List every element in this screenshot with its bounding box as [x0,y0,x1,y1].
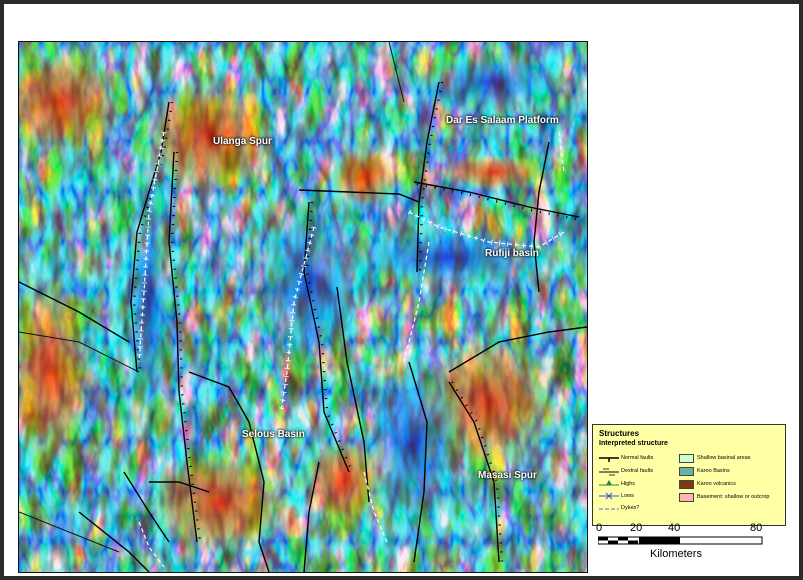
label-rufiji-basin: Rufiji basin [485,248,539,259]
label-dar-es-salaam-platform: Dar Es Salaam Platform [446,115,559,126]
geophysical-map: Ulanga Spur Dar Es Salaam Platform Rufij… [18,41,588,573]
swatch-karoo-basins [679,467,694,476]
label-masasi-spur: Masasi Spur [478,470,537,481]
highs-symbol [599,480,619,486]
swatch-basement [679,493,694,502]
legend-title: Structures [599,429,640,438]
normal-faults-symbol [599,457,619,462]
scale-bar: 0 20 40 80 Kilometers [594,522,794,562]
scale-tick-80: 80 [750,522,763,534]
label-selous-basin: Selous Basin [242,429,305,440]
legend-shallow-basinal: Shallow basinal areas [697,455,751,461]
legend-subtitle: Interpreted structure [599,440,668,447]
dykes-symbol [599,508,619,510]
legend-karoo-volcanics: Karoo volcanics [697,481,736,487]
legend-lows: Lows [621,493,634,499]
legend-dykes: Dykes? [621,505,640,511]
map-legend: Structures Interpreted structure Normal … [592,424,786,526]
swatch-karoo-volcanics [679,480,694,489]
legend-dextral-faults: Dextral faults [621,468,654,474]
swatch-shallow-basinal [679,454,694,463]
scale-tick-0: 0 [596,522,603,534]
scale-tick-20: 20 [630,522,643,534]
image-frame: Ulanga Spur Dar Es Salaam Platform Rufij… [0,0,803,580]
legend-normal-faults: Normal faults [621,455,654,461]
legend-karoo-basins: Karoo Basins [697,468,730,474]
scale-tick-40: 40 [668,522,681,534]
label-ulanga-spur: Ulanga Spur [213,136,272,147]
scale-units: Kilometers [650,548,702,560]
dextral-faults-symbol [599,468,619,476]
scale-bar-segments [598,536,763,545]
lows-symbol [599,492,619,500]
legend-highs: Highs [621,481,636,487]
legend-basement: Basement: shallow or outcrop [697,494,770,500]
